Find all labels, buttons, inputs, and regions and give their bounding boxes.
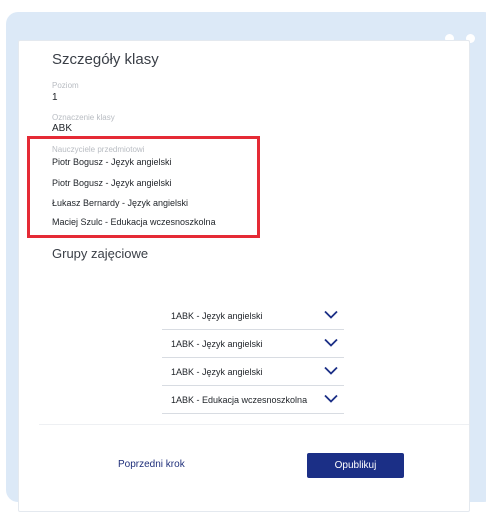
group-label: 1ABK - Język angielski xyxy=(171,366,263,377)
group-row[interactable]: 1ABK - Język angielski xyxy=(162,358,344,386)
group-label: 1ABK - Język angielski xyxy=(171,338,263,349)
previous-step-button[interactable]: Poprzedni krok xyxy=(118,459,185,470)
level-label: Poziom xyxy=(52,81,79,90)
group-row[interactable]: 1ABK - Język angielski xyxy=(162,330,344,358)
level-value: 1 xyxy=(52,92,58,103)
teacher-item: Łukasz Bernardy - Język angielski xyxy=(52,198,189,208)
teacher-item: Maciej Szulc - Edukacja wczesnoszkolna xyxy=(52,217,216,227)
chevron-down-icon[interactable] xyxy=(324,338,338,347)
group-row[interactable]: 1ABK - Język angielski xyxy=(162,301,344,330)
class-details-card: Szczegóły klasy Poziom 1 Oznaczenie klas… xyxy=(18,40,470,512)
group-label: 1ABK - Język angielski xyxy=(171,310,263,321)
teacher-item: Piotr Bogusz - Język angielski xyxy=(52,157,172,167)
chevron-down-icon[interactable] xyxy=(324,310,338,319)
chevron-down-icon[interactable] xyxy=(324,394,338,403)
designation-label: Oznaczenie klasy xyxy=(52,113,115,122)
groups-title: Grupy zajęciowe xyxy=(52,246,149,261)
group-label: 1ABK - Edukacja wczesnoszkolna xyxy=(171,394,308,405)
card-title: Szczegóły klasy xyxy=(52,51,159,68)
designation-value: ABK xyxy=(52,123,73,134)
chevron-down-icon[interactable] xyxy=(324,366,338,375)
teacher-item: Piotr Bogusz - Język angielski xyxy=(52,178,172,188)
groups-list: 1ABK - Język angielski 1ABK - Język angi… xyxy=(162,301,344,414)
teachers-label: Nauczyciele przedmiotowi xyxy=(52,145,145,154)
publish-button[interactable]: Opublikuj xyxy=(307,453,404,478)
group-row[interactable]: 1ABK - Edukacja wczesnoszkolna xyxy=(162,386,344,414)
footer-divider xyxy=(39,424,469,425)
